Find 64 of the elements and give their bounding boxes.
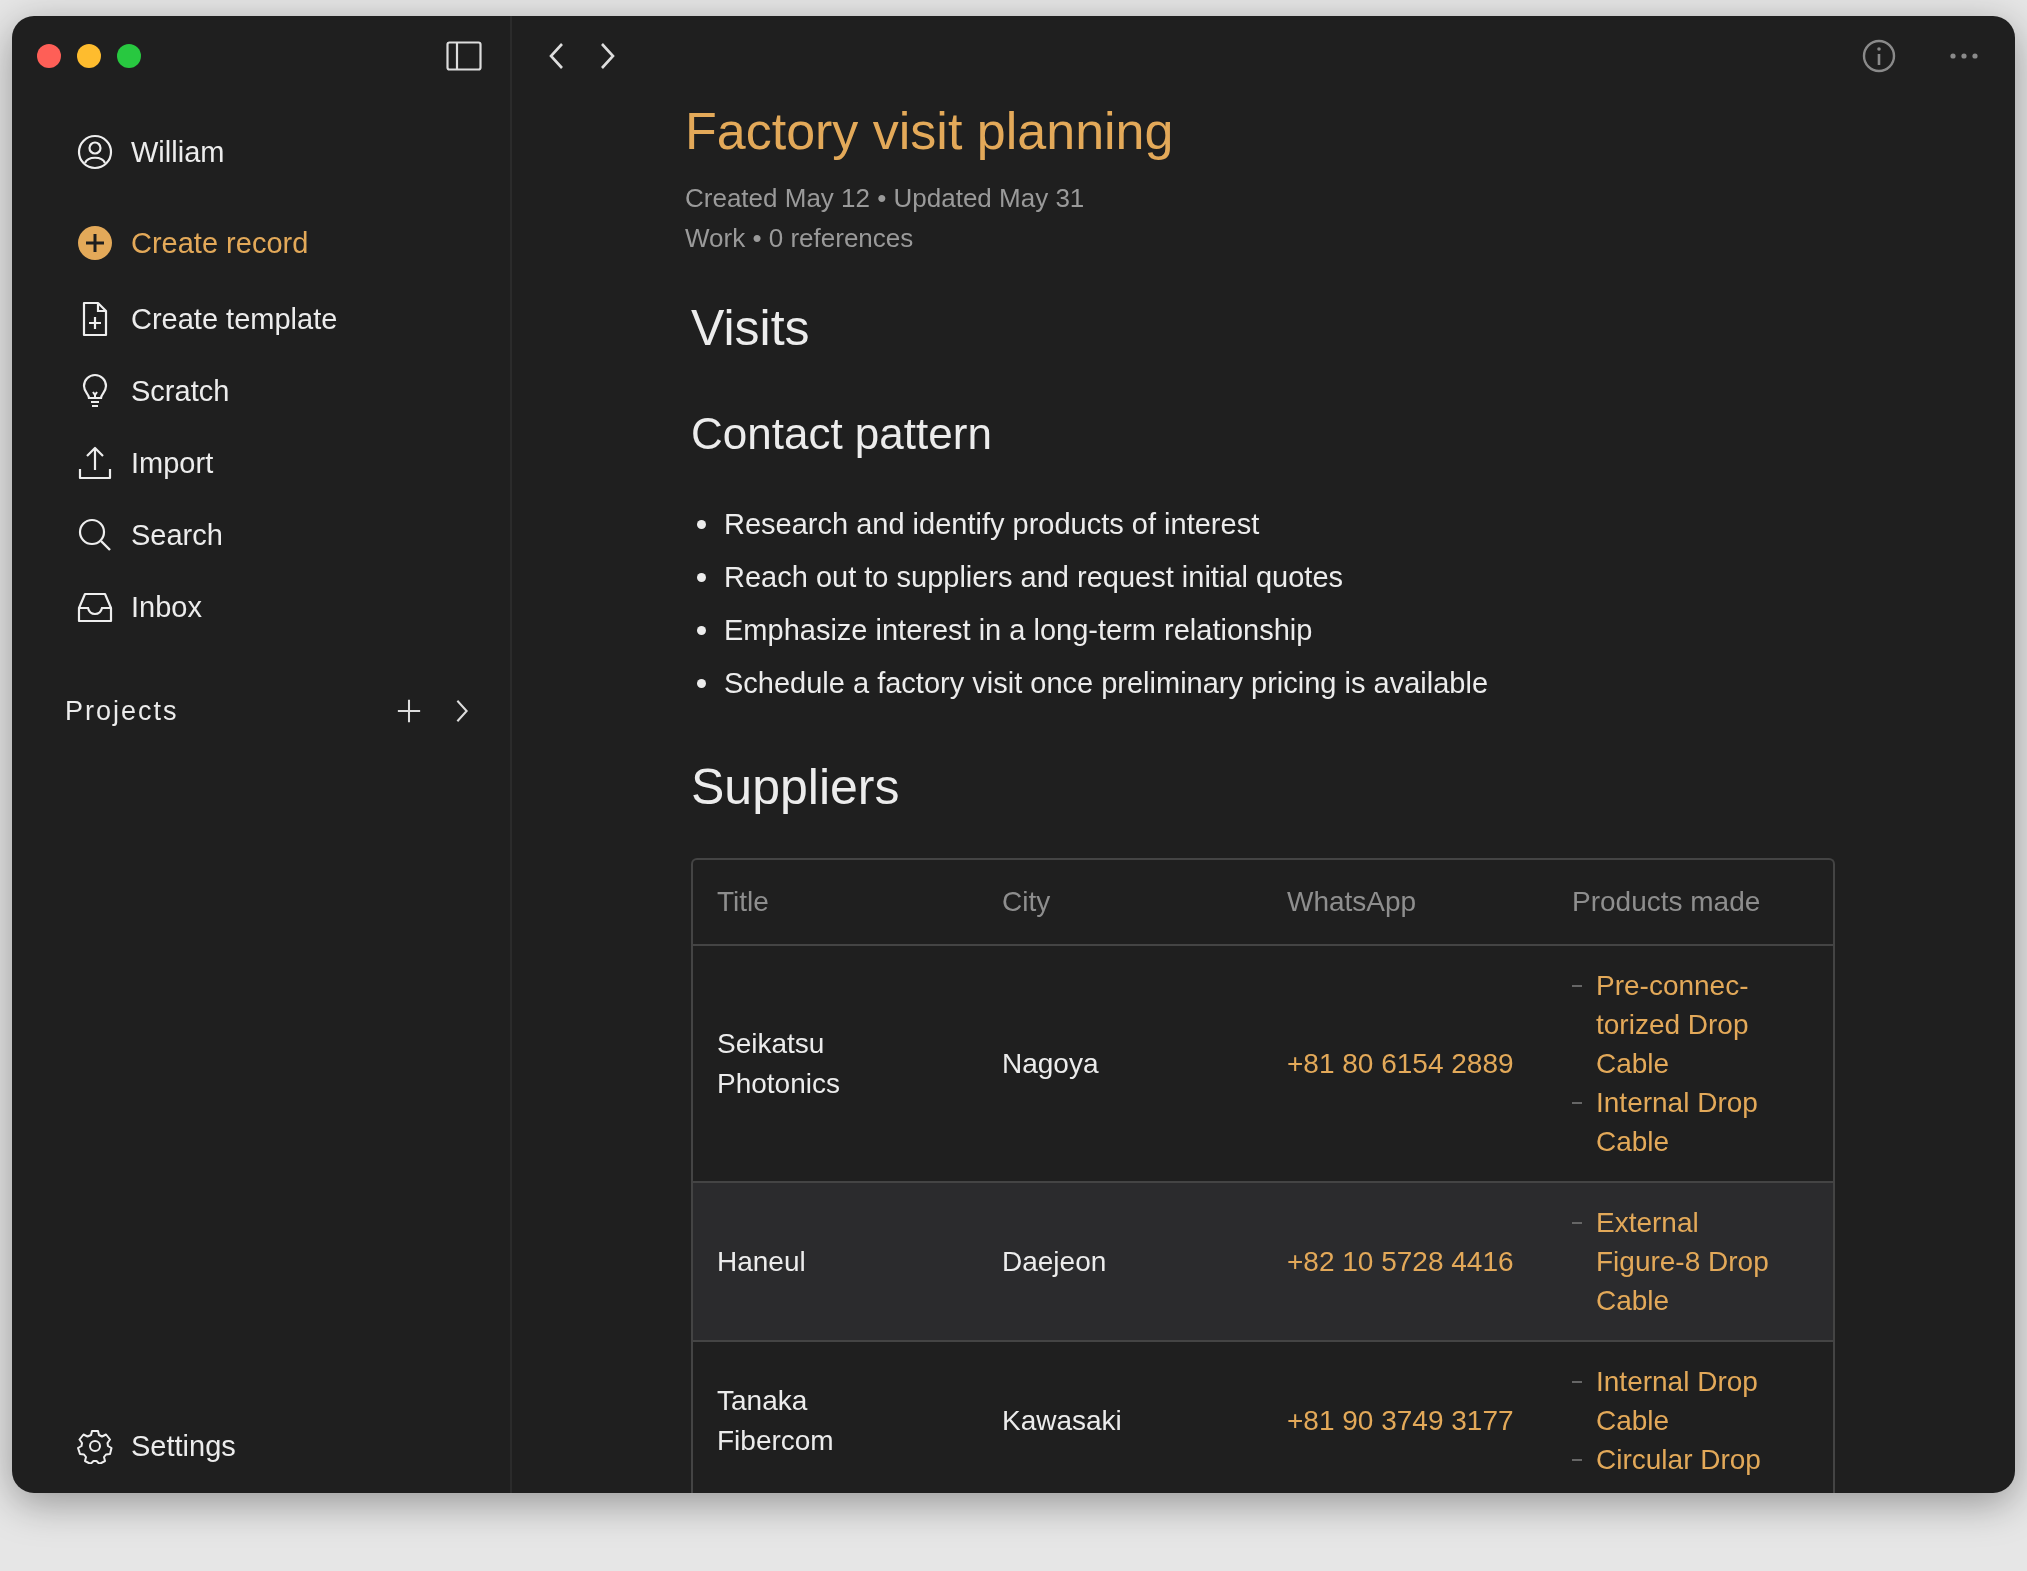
dash-icon bbox=[1572, 985, 1582, 987]
column-header[interactable]: Title bbox=[693, 886, 978, 918]
note-meta: Created May 12 • Updated May 31 bbox=[685, 182, 1086, 215]
product-tag[interactable]: Circular Drop bbox=[1596, 1440, 1761, 1479]
close-button[interactable] bbox=[37, 44, 61, 68]
plus-circle-icon bbox=[77, 225, 113, 261]
sidebar-item[interactable]: Import bbox=[77, 435, 510, 491]
table-cell-text: Tanaka Fibercom bbox=[717, 1383, 835, 1458]
section-heading: Suppliers bbox=[691, 758, 901, 817]
list-item: Reach out to suppliers and request initial quotes bbox=[724, 560, 1344, 595]
subheading: Contact pattern bbox=[691, 408, 993, 460]
note-meta: Work • 0 references bbox=[685, 222, 915, 255]
note-title: Factory visit planning bbox=[685, 101, 1175, 162]
sidebar-item[interactable]: Create record bbox=[77, 215, 510, 271]
bullet-icon bbox=[697, 573, 706, 582]
product-tag[interactable]: External Figure-8 Drop Cable bbox=[1596, 1203, 1781, 1320]
settings-item[interactable]: Settings bbox=[77, 1418, 510, 1474]
section-heading: Visits bbox=[691, 299, 811, 358]
bullet-icon bbox=[697, 520, 706, 529]
list-item: Emphasize interest in a long-term relationship bbox=[724, 613, 1313, 648]
product-tag[interactable]: Internal Drop Cable bbox=[1596, 1362, 1781, 1440]
phone-link[interactable]: +82 10 5728 4416 bbox=[1287, 1245, 1514, 1277]
table-cell: Kawasaki bbox=[1002, 1404, 1122, 1436]
user-name: William bbox=[131, 135, 225, 169]
table-row[interactable]: Haneul Daejeon +82 10 5728 4416 External Figure-8 Drop Cable bbox=[693, 1181, 1833, 1340]
column-header[interactable]: City bbox=[978, 886, 1263, 918]
sidebar-toggle-icon[interactable] bbox=[446, 41, 482, 71]
more-icon[interactable] bbox=[1949, 52, 1979, 60]
column-header[interactable]: Products made bbox=[1548, 886, 1833, 918]
product-tag[interactable]: Internal Drop Cable bbox=[1596, 1083, 1781, 1161]
upload-icon bbox=[77, 445, 113, 481]
list-item: Schedule a factory visit once preliminary pricing is available bbox=[724, 666, 1489, 701]
dash-icon bbox=[1572, 1102, 1582, 1104]
forward-icon[interactable] bbox=[598, 41, 616, 71]
add-icon[interactable] bbox=[396, 698, 422, 724]
zoom-button[interactable] bbox=[117, 44, 141, 68]
back-icon[interactable] bbox=[548, 41, 566, 71]
list-item: Research and identify products of interest bbox=[724, 507, 1260, 542]
settings-icon bbox=[77, 1428, 113, 1464]
dash-icon bbox=[1572, 1381, 1582, 1383]
product-tag[interactable]: Pre-connec-torized Drop Cable bbox=[1596, 966, 1781, 1083]
table-row[interactable]: Tanaka Fibercom Kawasaki +81 90 3749 3177 Internal Drop Cable Circular Drop bbox=[693, 1340, 1833, 1493]
table-cell: Daejeon bbox=[1002, 1245, 1107, 1277]
dash-icon bbox=[1572, 1222, 1582, 1224]
sidebar-item[interactable]: Search bbox=[77, 507, 510, 563]
table-cell: Nagoya bbox=[1002, 1047, 1099, 1079]
user-item[interactable]: William bbox=[77, 124, 510, 180]
section-label: Projects bbox=[65, 695, 179, 727]
phone-link[interactable]: +81 80 6154 2889 bbox=[1287, 1047, 1514, 1079]
table-cell-text: Haneul bbox=[717, 1244, 806, 1279]
column-header[interactable]: WhatsApp bbox=[1263, 886, 1548, 918]
dash-icon bbox=[1572, 1459, 1582, 1461]
bullet-icon bbox=[697, 679, 706, 688]
search-icon bbox=[77, 517, 113, 553]
bullet-icon bbox=[697, 626, 706, 635]
user-icon bbox=[77, 134, 113, 170]
sidebar-item[interactable]: Inbox bbox=[77, 579, 510, 635]
info-icon[interactable] bbox=[1861, 38, 1897, 74]
phone-link[interactable]: +81 90 3749 3177 bbox=[1287, 1404, 1514, 1436]
sidebar-item[interactable]: Scratch bbox=[77, 363, 510, 419]
chevron-right-icon[interactable] bbox=[454, 698, 470, 724]
minimize-button[interactable] bbox=[77, 44, 101, 68]
table-cell-text: Seikatsu Photonics bbox=[717, 1026, 841, 1101]
sidebar-item[interactable]: Create template bbox=[77, 291, 510, 347]
